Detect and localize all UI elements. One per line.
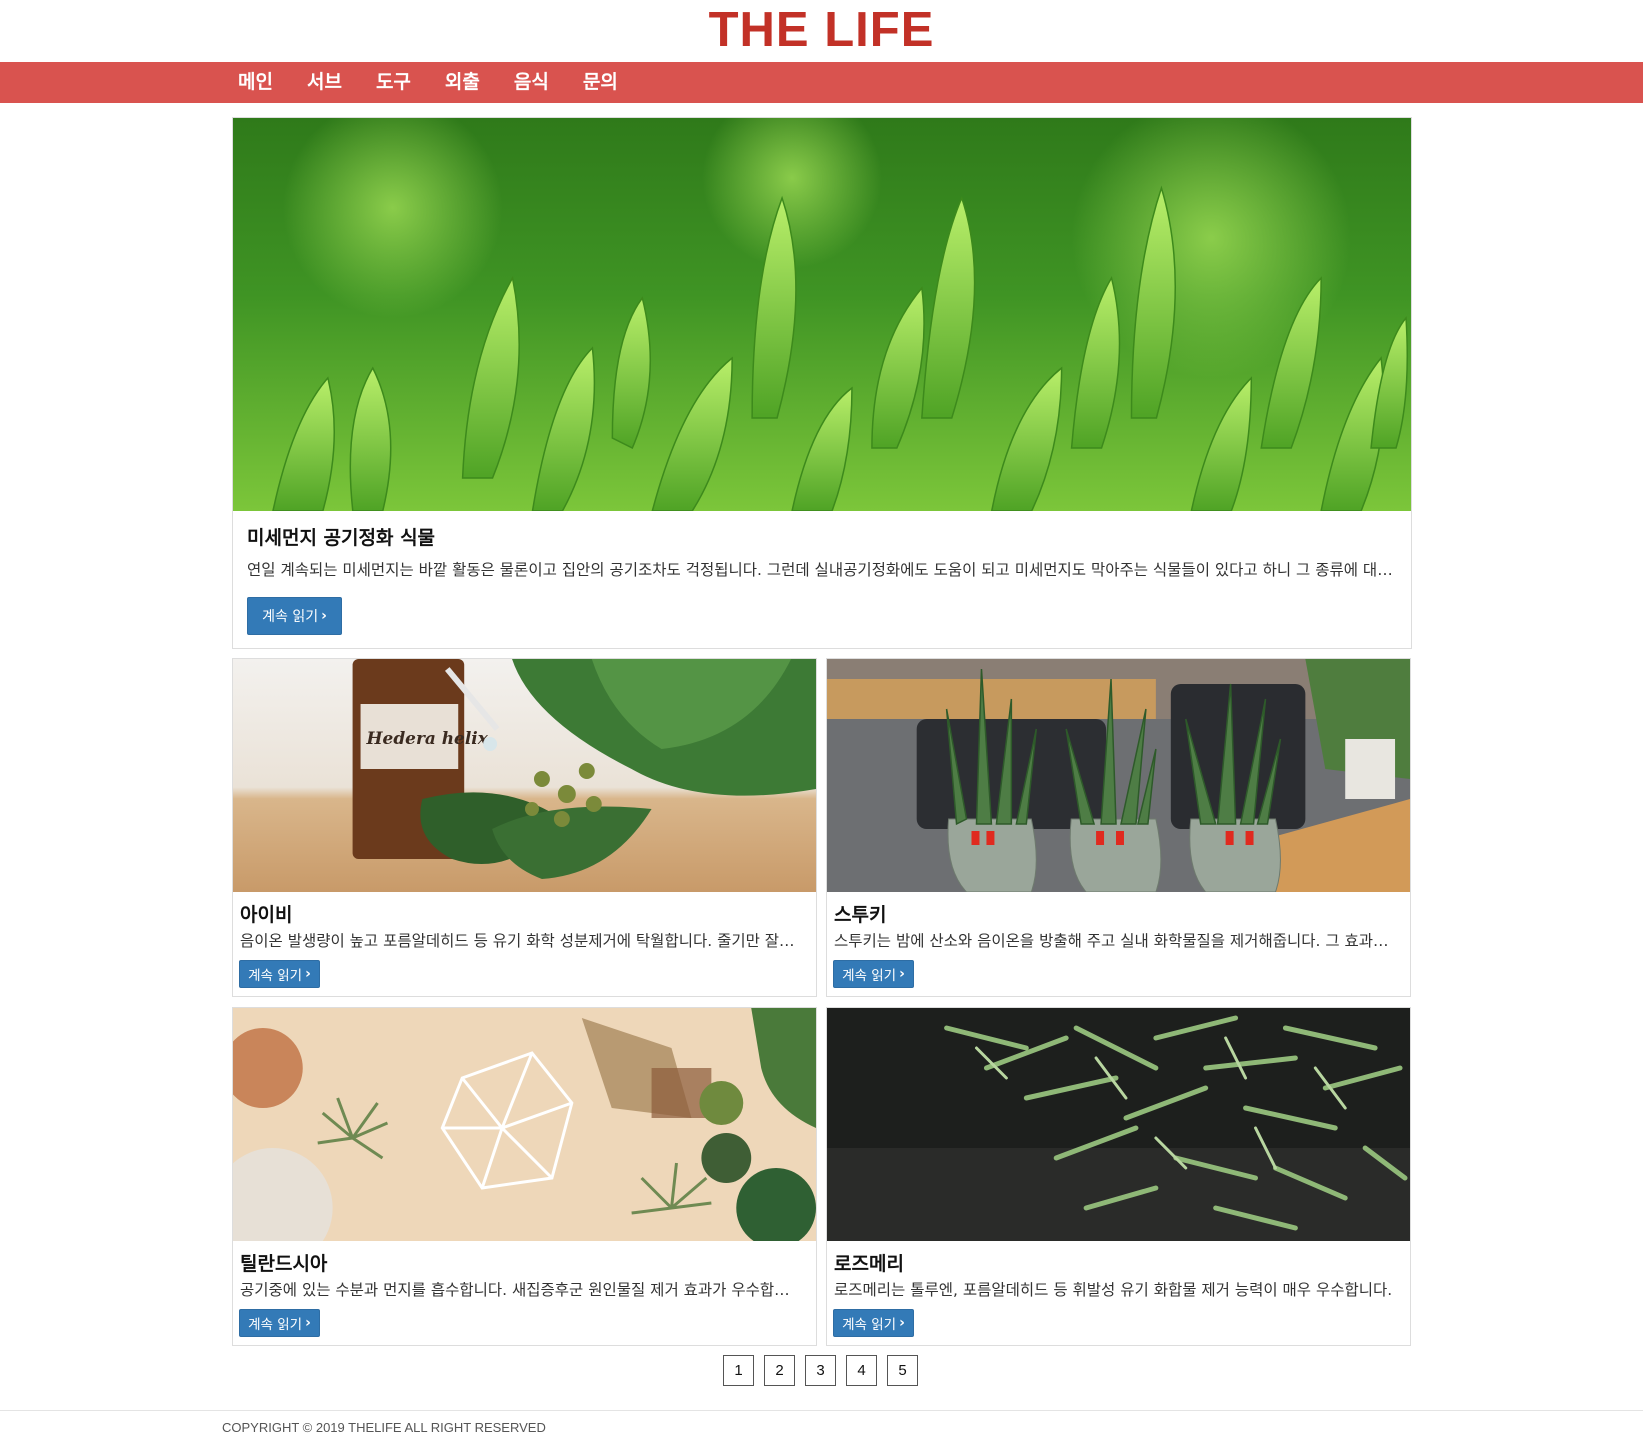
footer-copyright: COPYRIGHT © 2019 THELIFE ALL RIGHT RESER… [222, 1420, 546, 1435]
read-more-label: 계속 읽기 [842, 968, 897, 984]
site-title[interactable]: THE LIFE [0, 0, 1643, 62]
page-3-button[interactable]: 3 [805, 1355, 836, 1386]
featured-post-title[interactable]: 미세먼지 공기정화 식물 [247, 523, 435, 550]
tea-plant-photo[interactable] [233, 118, 1411, 511]
read-more-button[interactable]: 계속 읽기 › [833, 960, 914, 988]
tillandsia-photo[interactable] [233, 1008, 816, 1241]
page-5-button[interactable]: 5 [887, 1355, 918, 1386]
post-excerpt: 로즈메리는 톨루엔, 포름알데히드 등 휘발성 유기 화합물 제거 능력이 매우… [834, 1281, 1393, 1299]
post-title[interactable]: 로즈메리 [834, 1249, 904, 1276]
chevron-right-icon: › [305, 1315, 311, 1331]
ivy-photo[interactable]: Hedera helix [233, 659, 816, 892]
nav-item-sub[interactable]: 서브 [307, 62, 342, 103]
read-more-label: 계속 읽기 [262, 609, 319, 625]
nav-item-outing[interactable]: 외출 [445, 62, 480, 103]
post-excerpt: 공기중에 있는 수분과 먼지를 흡수합니다. 새집증후군 원인물질 제거 효과가… [240, 1281, 803, 1299]
nav-item-tools[interactable]: 도구 [376, 62, 411, 103]
featured-post-excerpt: 연일 계속되는 미세먼지는 바깥 활동은 물론이고 집안의 공기조차도 걱정됩니… [247, 561, 1397, 579]
featured-post-card: 미세먼지 공기정화 식물 연일 계속되는 미세먼지는 바깥 활동은 물론이고 집… [232, 117, 1412, 649]
read-more-label: 계속 읽기 [842, 1317, 897, 1333]
post-card-ivy: Hedera helix 아이비 음이온 발생량이 높고 포름알데히드 등 유기… [232, 658, 817, 997]
page-2-button[interactable]: 2 [764, 1355, 795, 1386]
chevron-right-icon: › [899, 966, 905, 982]
main-nav: 메인 서브 도구 외출 음식 문의 [0, 62, 1643, 103]
pagination: 1 2 3 4 5 [723, 1355, 928, 1386]
svg-text:Hedera helix: Hedera helix [366, 729, 489, 749]
read-more-button[interactable]: 계속 읽기 › [833, 1309, 914, 1337]
read-more-label: 계속 읽기 [248, 1317, 303, 1333]
chevron-right-icon: › [899, 1315, 905, 1331]
post-title[interactable]: 틸란드시아 [240, 1249, 327, 1276]
chevron-right-icon: › [305, 966, 311, 982]
post-card-tillandsia: 틸란드시아 공기중에 있는 수분과 먼지를 흡수합니다. 새집증후군 원인물질 … [232, 1007, 817, 1346]
nav-item-main[interactable]: 메인 [238, 62, 273, 103]
stuckyi-photo[interactable] [827, 659, 1410, 892]
chevron-right-icon: › [321, 608, 327, 624]
read-more-label: 계속 읽기 [248, 968, 303, 984]
nav-item-contact[interactable]: 문의 [583, 62, 618, 103]
page-4-button[interactable]: 4 [846, 1355, 877, 1386]
nav-item-food[interactable]: 음식 [514, 62, 549, 103]
read-more-button[interactable]: 계속 읽기 › [239, 960, 320, 988]
nav-list: 메인 서브 도구 외출 음식 문의 [238, 62, 652, 103]
post-title[interactable]: 아이비 [240, 900, 292, 927]
post-card-rosemary: 로즈메리 로즈메리는 톨루엔, 포름알데히드 등 휘발성 유기 화합물 제거 능… [826, 1007, 1411, 1346]
post-title[interactable]: 스투키 [834, 900, 886, 927]
post-excerpt: 음이온 발생량이 높고 포름알데히드 등 유기 화학 성분제거에 탁월합니다. … [240, 932, 803, 950]
footer-divider [0, 1410, 1643, 1411]
read-more-button[interactable]: 계속 읽기 › [239, 1309, 320, 1337]
page-1-button[interactable]: 1 [723, 1355, 754, 1386]
rosemary-photo[interactable] [827, 1008, 1410, 1241]
featured-read-more-button[interactable]: 계속 읽기 › [247, 597, 342, 635]
post-card-stuckyi: 스투키 스투키는 밤에 산소와 음이온을 방출해 주고 실내 화학물질을 제거해… [826, 658, 1411, 997]
post-excerpt: 스투키는 밤에 산소와 음이온을 방출해 주고 실내 화학물질을 제거해줍니다.… [834, 932, 1397, 950]
